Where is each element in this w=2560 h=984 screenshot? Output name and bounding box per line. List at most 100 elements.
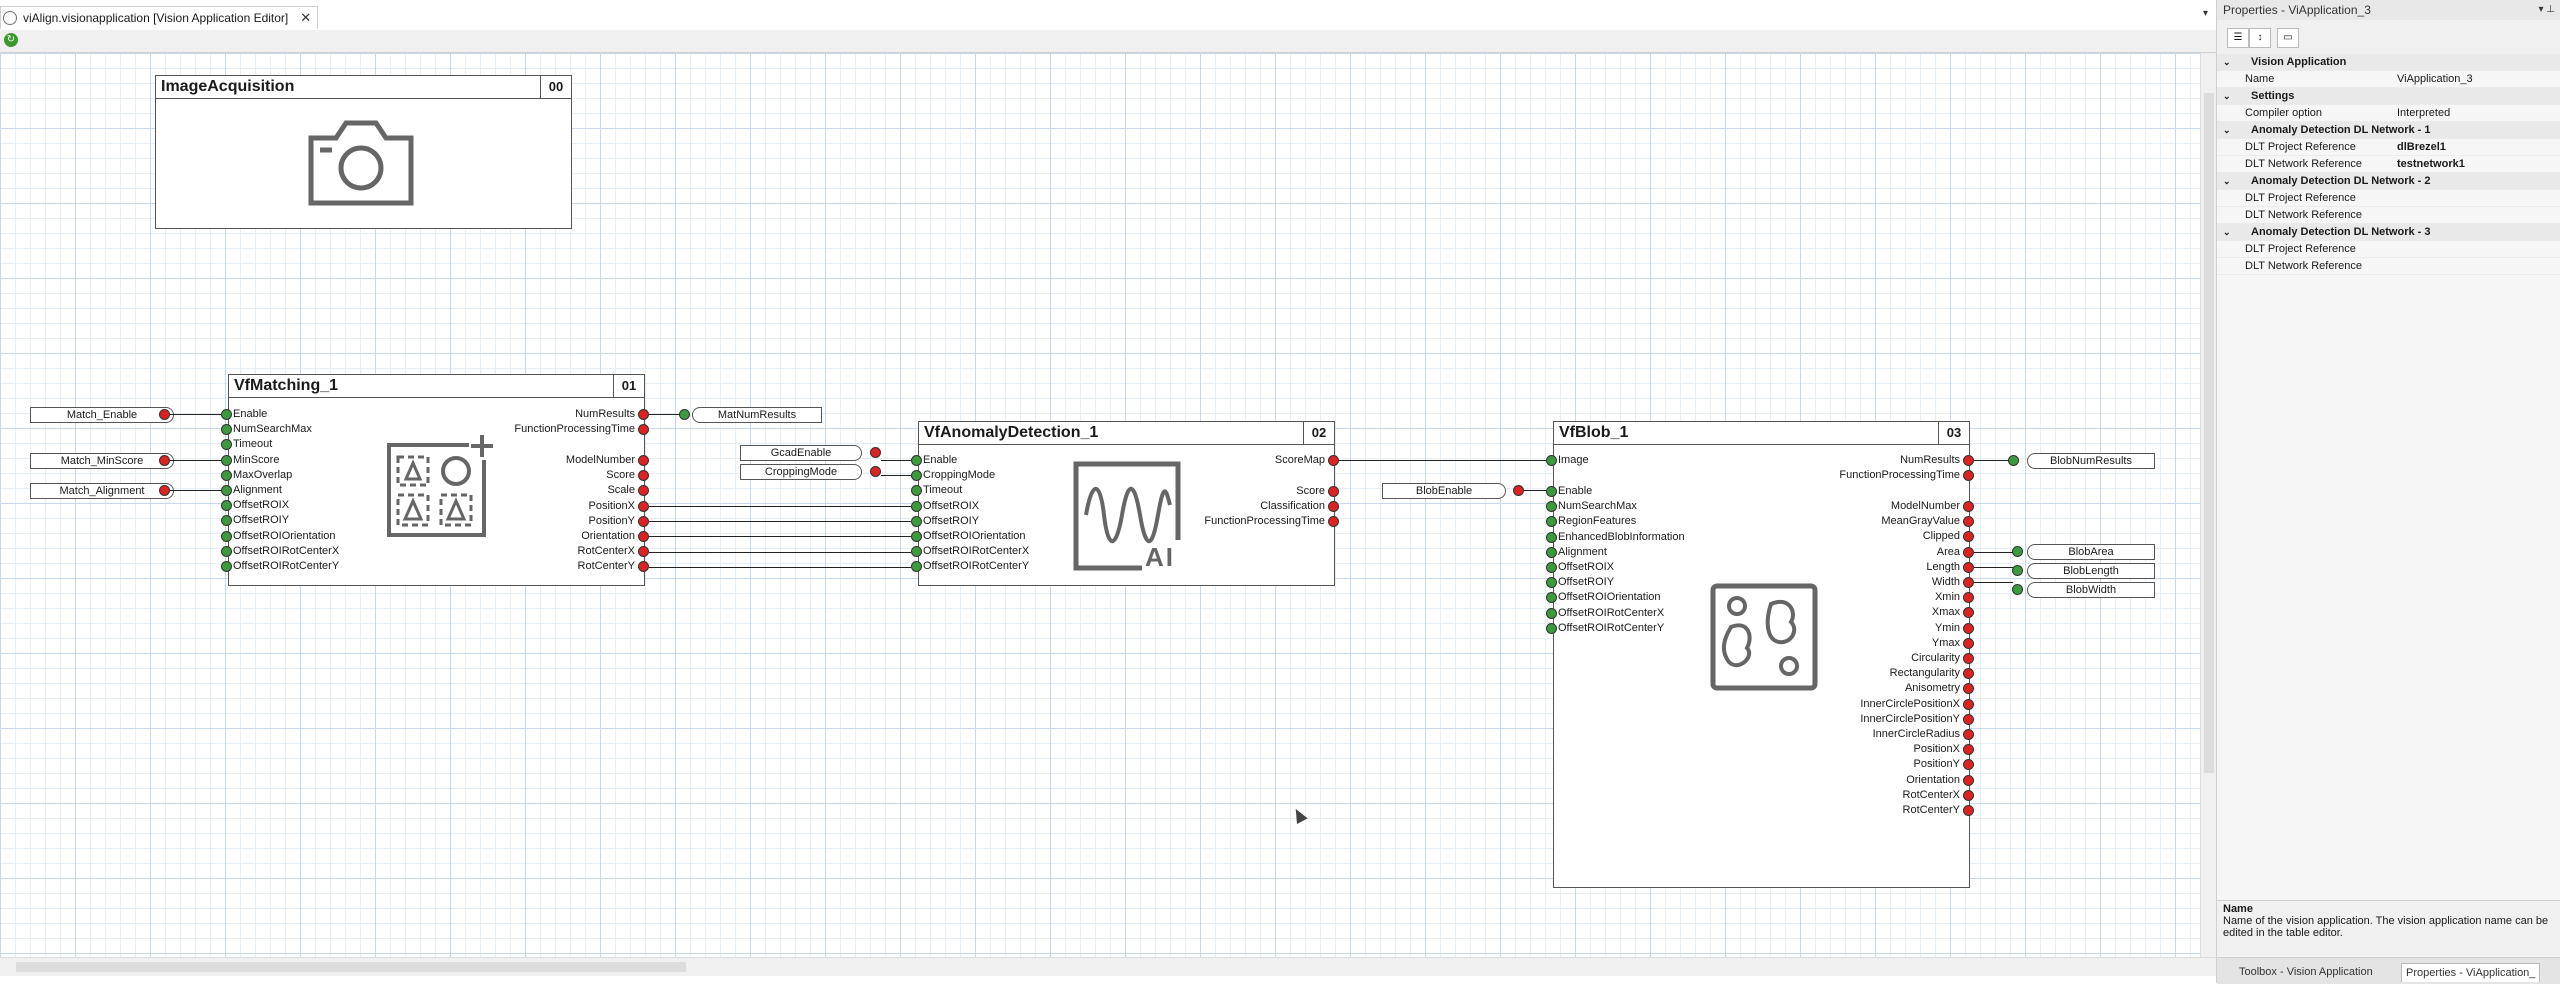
variable-port-dot[interactable]: [2012, 584, 2023, 595]
variable-port-dot[interactable]: [2012, 565, 2023, 576]
sort-alpha-icon[interactable]: ↕: [2249, 28, 2271, 48]
property-grid[interactable]: ⌄ Vision Application Name ViApplication_3 ⌄ S…: [2217, 54, 2560, 275]
connection-wire[interactable]: [649, 414, 680, 415]
property-row[interactable]: DLT Project Reference: [2217, 241, 2560, 258]
editor-tab[interactable]: viAlign.visionapplication [Vision Applic…: [0, 6, 319, 29]
connection-wire[interactable]: [649, 566, 911, 568]
refresh-icon[interactable]: ↻: [4, 33, 18, 47]
output-port-dot[interactable]: [1963, 607, 1974, 619]
connection-wire[interactable]: [1524, 490, 1546, 491]
output-port-dot[interactable]: [638, 500, 649, 512]
output-port-dot[interactable]: [638, 424, 649, 436]
input-port-dot[interactable]: [911, 515, 922, 527]
output-port-dot[interactable]: [1963, 561, 1974, 573]
variable-match-minscore[interactable]: Match_MinScore: [30, 453, 174, 469]
output-port-dot[interactable]: [1963, 729, 1974, 740]
property-row[interactable]: DLT Network Reference testnetwork1: [2217, 156, 2560, 173]
variable-port-dot[interactable]: [870, 447, 881, 458]
output-port-dot[interactable]: [1328, 501, 1339, 513]
input-port-dot[interactable]: [221, 409, 232, 420]
variable-port-dot[interactable]: [2008, 455, 2019, 466]
collapse-icon[interactable]: ⌄: [2223, 224, 2231, 240]
output-port-dot[interactable]: [1963, 789, 1974, 801]
input-port-dot[interactable]: [221, 561, 232, 572]
variable-bloblength[interactable]: BlobLength: [2027, 563, 2155, 579]
output-port-dot[interactable]: [1328, 486, 1339, 497]
connection-wire[interactable]: [170, 414, 221, 415]
output-port-dot[interactable]: [1963, 698, 1974, 710]
variable-match-enable[interactable]: Match_Enable: [30, 407, 174, 423]
output-port-dot[interactable]: [1963, 470, 1974, 482]
pin-icon[interactable]: ▾ ⊥: [2538, 0, 2555, 20]
canvas-horizontal-scrollbar[interactable]: [0, 957, 2216, 976]
output-port-dot[interactable]: [1963, 653, 1974, 664]
vision-canvas[interactable]: ImageAcquisition 00 VfMatching_1 01 VfAn…: [0, 53, 2200, 957]
property-value[interactable]: ViApplication_3: [2397, 71, 2473, 87]
connection-wire[interactable]: [170, 490, 221, 491]
input-port-dot[interactable]: [221, 469, 232, 481]
output-port-dot[interactable]: [1963, 683, 1974, 695]
connection-wire[interactable]: [1974, 567, 2013, 568]
canvas-vertical-scrollbar[interactable]: [2200, 53, 2217, 957]
input-port-dot[interactable]: [1546, 531, 1557, 543]
input-port-dot[interactable]: [911, 531, 922, 542]
connection-wire[interactable]: [1974, 460, 2009, 461]
output-port-dot[interactable]: [1963, 592, 1974, 604]
output-port-dot[interactable]: [1963, 501, 1974, 512]
output-port-dot[interactable]: [1963, 637, 1974, 649]
connection-wire[interactable]: [1974, 582, 2013, 583]
input-port-dot[interactable]: [221, 454, 232, 466]
connection-wire[interactable]: [170, 460, 221, 461]
input-port-dot[interactable]: [911, 500, 922, 512]
property-row[interactable]: DLT Network Reference: [2217, 207, 2560, 224]
property-value[interactable]: dlBrezel1: [2397, 139, 2446, 155]
property-value[interactable]: testnetwork1: [2397, 156, 2465, 172]
output-port-dot[interactable]: [1963, 455, 1974, 466]
variable-matnumresults[interactable]: MatNumResults: [692, 407, 822, 423]
variable-port-dot[interactable]: [159, 485, 170, 496]
property-pages-icon[interactable]: ▭: [2277, 28, 2299, 48]
property-category[interactable]: ⌄ Anomaly Detection DL Network - 2: [2217, 173, 2560, 190]
block-image-acquisition[interactable]: ImageAcquisition 00: [155, 75, 572, 229]
input-port-dot[interactable]: [1546, 607, 1557, 619]
input-port-dot[interactable]: [1546, 486, 1557, 497]
variable-port-dot[interactable]: [2012, 546, 2023, 557]
output-port-dot[interactable]: [1963, 668, 1974, 680]
output-port-dot[interactable]: [638, 409, 649, 420]
output-port-dot[interactable]: [1328, 516, 1339, 528]
connection-wire[interactable]: [649, 551, 911, 553]
connection-wire[interactable]: [881, 460, 911, 461]
property-category[interactable]: ⌄ Anomaly Detection DL Network - 1: [2217, 122, 2560, 139]
property-category[interactable]: ⌄ Settings: [2217, 88, 2560, 105]
variable-blobwidth[interactable]: BlobWidth: [2027, 582, 2155, 598]
variable-blobarea[interactable]: BlobArea: [2027, 544, 2155, 560]
output-port-dot[interactable]: [1963, 805, 1974, 816]
output-port-dot[interactable]: [638, 515, 649, 527]
input-port-dot[interactable]: [1546, 622, 1557, 634]
output-port-dot[interactable]: [1963, 622, 1974, 634]
input-port-dot[interactable]: [221, 530, 232, 542]
output-port-dot[interactable]: [1963, 577, 1974, 588]
connection-wire[interactable]: [881, 475, 911, 476]
connection-wire[interactable]: [649, 536, 911, 538]
tab-properties[interactable]: Properties - ViApplication_: [2401, 963, 2541, 982]
property-category[interactable]: ⌄ Anomaly Detection DL Network - 3: [2217, 224, 2560, 241]
output-port-dot[interactable]: [638, 561, 649, 573]
property-value[interactable]: Interpreted: [2397, 105, 2450, 121]
property-row[interactable]: DLT Network Reference: [2217, 258, 2560, 275]
input-port-dot[interactable]: [1546, 562, 1557, 573]
input-port-dot[interactable]: [221, 545, 232, 557]
connection-wire[interactable]: [1339, 460, 1546, 461]
input-port-dot[interactable]: [221, 485, 232, 496]
collapse-icon[interactable]: ⌄: [2223, 173, 2231, 189]
output-port-dot[interactable]: [1963, 744, 1974, 756]
output-port-dot[interactable]: [1328, 455, 1339, 466]
output-port-dot[interactable]: [1963, 516, 1974, 528]
variable-port-dot[interactable]: [159, 409, 170, 420]
input-port-dot[interactable]: [1546, 546, 1557, 558]
output-port-dot[interactable]: [638, 485, 649, 497]
input-port-dot[interactable]: [1546, 455, 1557, 466]
output-port-dot[interactable]: [638, 531, 649, 542]
categorized-icon[interactable]: ☰: [2227, 28, 2249, 48]
variable-port-dot[interactable]: [159, 455, 170, 466]
